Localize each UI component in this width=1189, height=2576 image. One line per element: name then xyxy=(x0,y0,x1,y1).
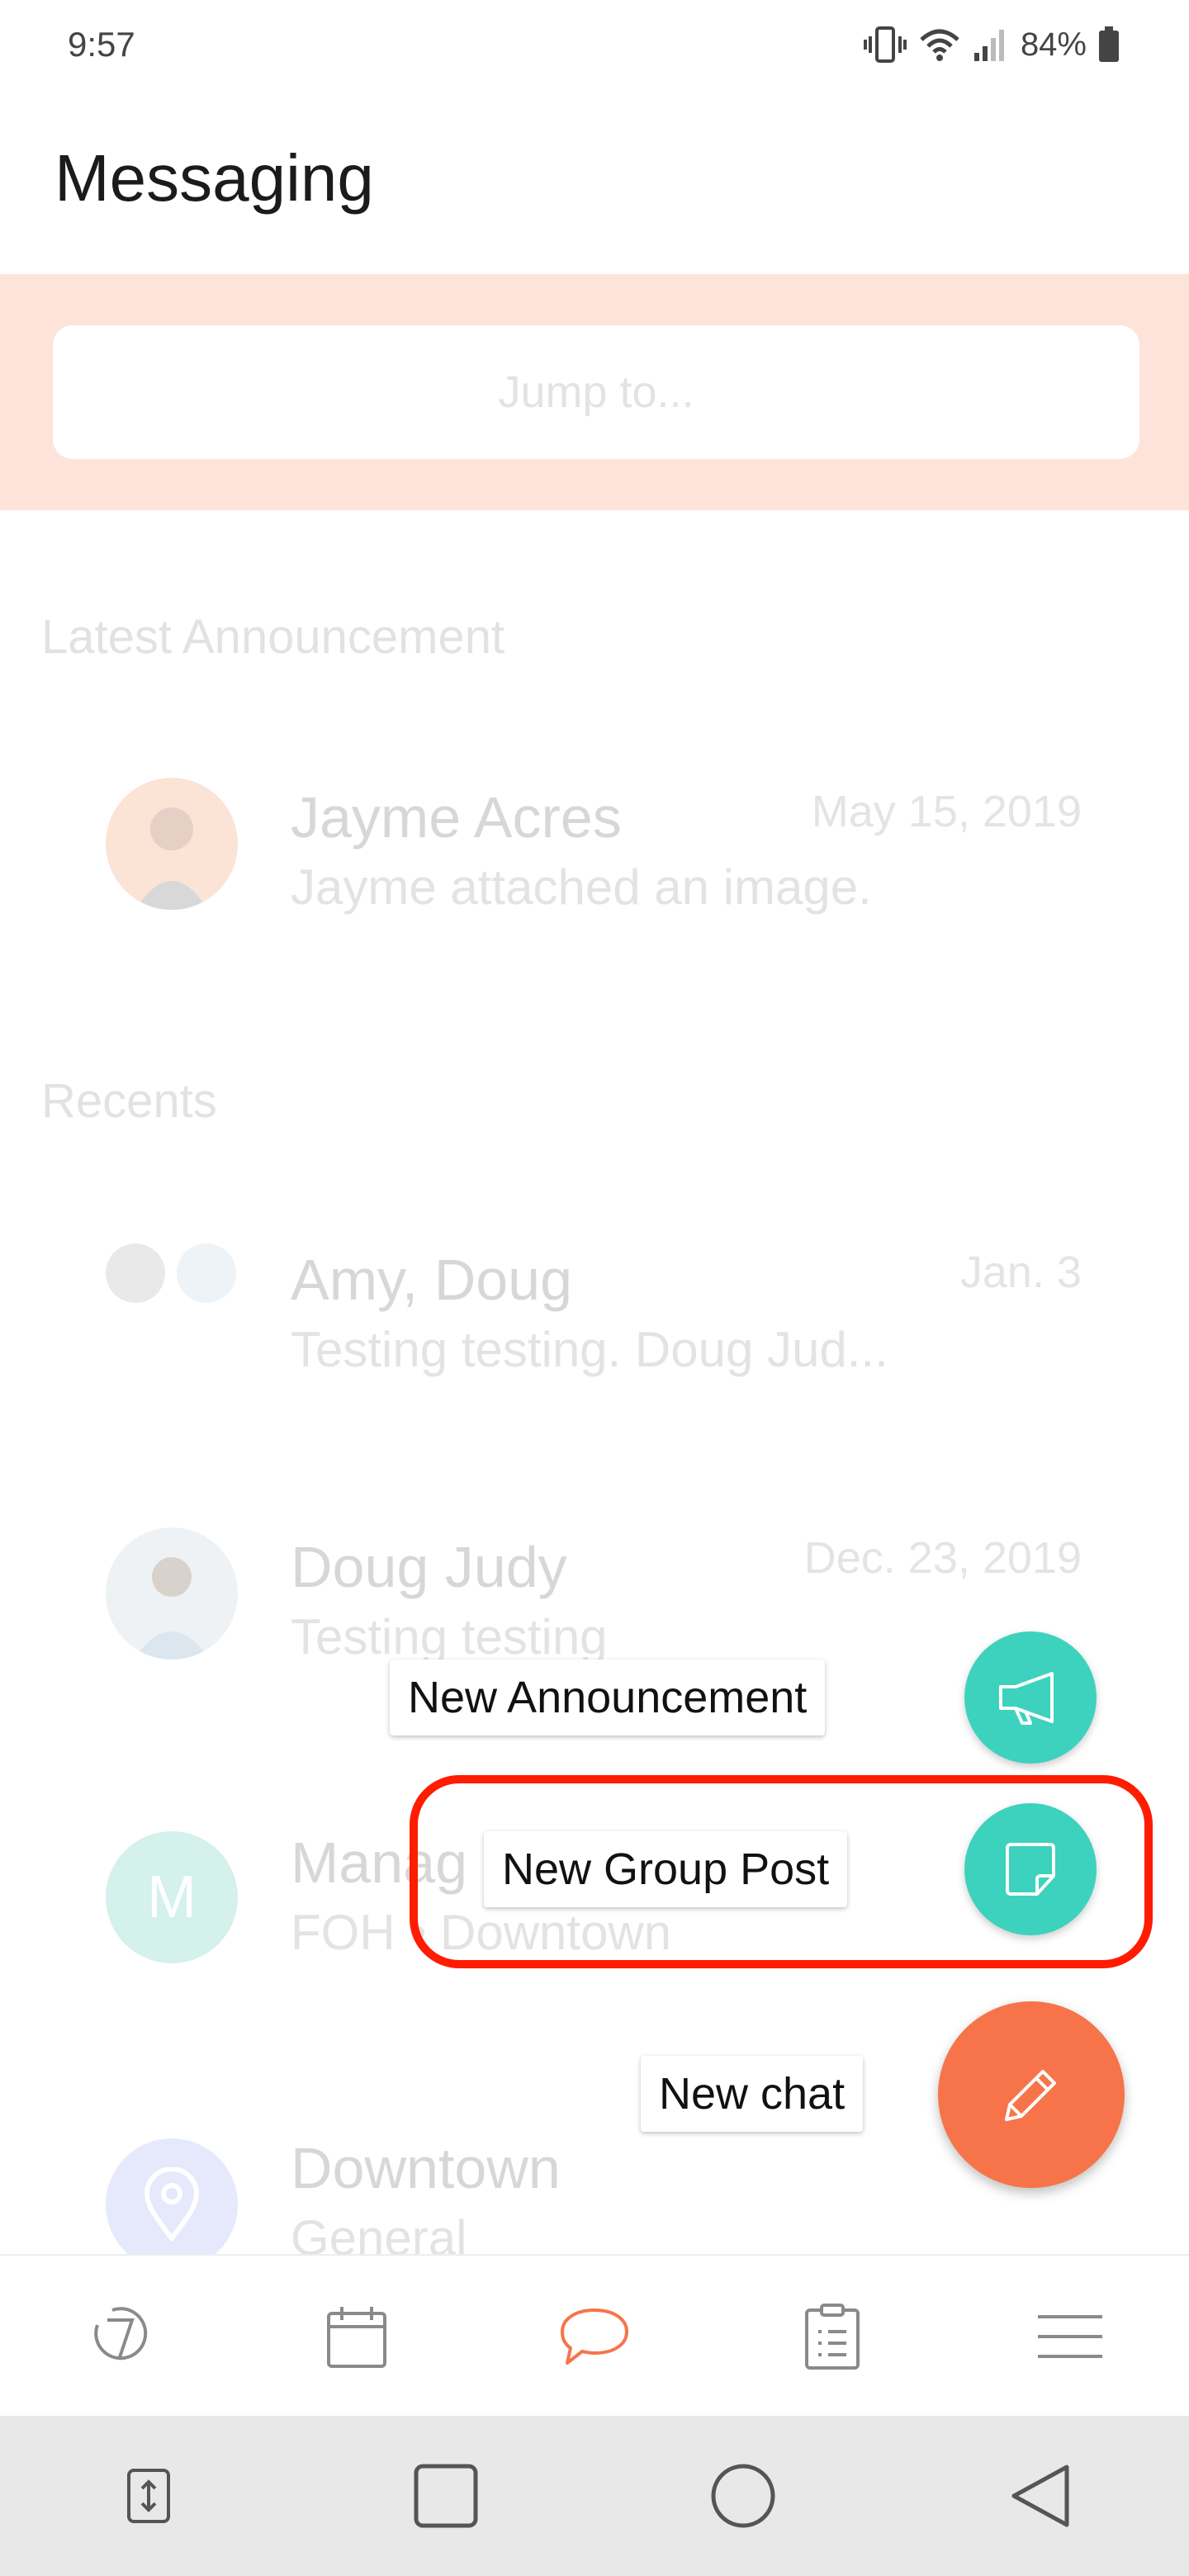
person-photo-icon xyxy=(135,807,208,910)
vibrate-icon xyxy=(863,26,907,63)
row-date: Dec. 23, 2019 xyxy=(803,1533,1082,1583)
nav-item-messaging[interactable] xyxy=(476,2256,713,2417)
home-circle-icon xyxy=(711,2464,775,2528)
battery-icon xyxy=(1099,26,1119,62)
row-message: General xyxy=(291,2210,467,2254)
menu-icon xyxy=(1038,2315,1102,2358)
avatar xyxy=(177,1243,236,1303)
chat-bubble-icon xyxy=(561,2308,628,2365)
row-message: Jayme attached an image. xyxy=(291,859,872,915)
signal-icon xyxy=(973,30,1004,61)
row-name: Downtown xyxy=(291,2136,561,2200)
megaphone-icon xyxy=(999,1672,1054,1725)
row-name: Jayme Acres xyxy=(291,785,622,850)
announcement-row[interactable]: Jayme Acres Jayme attached an image. May… xyxy=(0,743,1189,958)
avatar: M xyxy=(106,1831,238,1963)
new-announcement-button[interactable] xyxy=(964,1631,1097,1764)
system-recents-button[interactable] xyxy=(297,2416,594,2576)
system-nav-bar xyxy=(0,2416,1189,2576)
avatar xyxy=(106,1243,165,1303)
search-input[interactable] xyxy=(53,325,1139,459)
back-triangle-icon xyxy=(1011,2465,1069,2527)
page-title: Messaging xyxy=(54,141,374,215)
recents-square-icon xyxy=(414,2464,478,2528)
status-time: 9:57 xyxy=(68,25,135,64)
status-icons: 84% xyxy=(863,21,1120,68)
highlight-box xyxy=(410,1775,1153,1968)
location-pin-icon xyxy=(144,2167,200,2242)
avatar xyxy=(106,778,238,910)
new-chat-button[interactable] xyxy=(938,2001,1125,2188)
nav-item-menu[interactable] xyxy=(951,2256,1189,2417)
row-name: Amy, Doug xyxy=(291,1248,573,1312)
avatar xyxy=(106,1527,238,1660)
section-label-recents: Recents xyxy=(41,1074,217,1128)
section-label-latest-announcement: Latest Announcement xyxy=(41,610,505,664)
clipboard-icon xyxy=(805,2304,860,2370)
row-message: Testing testing xyxy=(291,1609,608,1664)
nav-item-timeclock[interactable] xyxy=(0,2256,238,2417)
timer-icon xyxy=(94,2307,148,2361)
rotate-icon xyxy=(127,2469,170,2523)
row-date: May 15, 2019 xyxy=(811,787,1082,836)
avatar xyxy=(106,2138,238,2254)
nav-item-tasks[interactable] xyxy=(713,2256,951,2417)
wifi-icon xyxy=(920,29,959,61)
system-back-button[interactable] xyxy=(892,2416,1189,2576)
new-announcement-label[interactable]: New Announcement xyxy=(390,1660,826,1735)
person-photo-icon xyxy=(134,1557,210,1660)
battery-percent: 84% xyxy=(1020,26,1087,63)
row-name: Doug Judy xyxy=(291,1535,567,1599)
system-home-button[interactable] xyxy=(594,2416,892,2576)
row-date: Jan. 3 xyxy=(959,1248,1082,1297)
calendar-icon xyxy=(327,2307,386,2368)
row-message: Testing testing. Doug Jud... xyxy=(291,1322,888,1377)
system-rotate-button[interactable] xyxy=(0,2416,297,2576)
pencil-icon xyxy=(1005,2070,1056,2121)
bottom-nav xyxy=(0,2254,1189,2417)
new-chat-label[interactable]: New chat xyxy=(641,2056,864,2132)
nav-item-schedule[interactable] xyxy=(238,2256,476,2417)
list-item[interactable]: Amy, Doug Testing testing. Doug Jud... J… xyxy=(0,1205,1189,1420)
